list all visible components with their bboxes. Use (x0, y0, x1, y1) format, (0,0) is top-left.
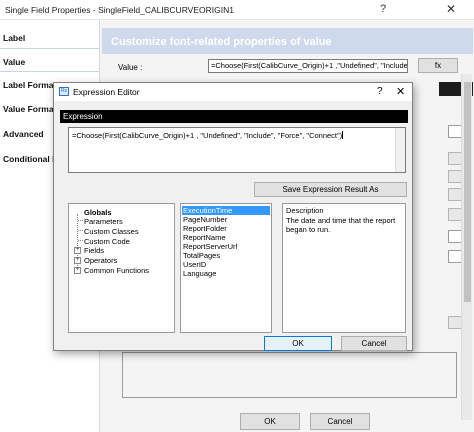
expression-editor-dialog: Rs Expression Editor ? ✕ Expression =Cho… (53, 82, 413, 351)
banner-title: Customize font-related properties of val… (111, 36, 332, 48)
list-item[interactable]: ReportName (182, 233, 270, 242)
value-expression-field[interactable]: =Choose(First(CalibCurve_Origin)+1 ,"Und… (208, 59, 408, 73)
report-app-icon: Rs (59, 87, 69, 96)
text-caret (342, 131, 344, 139)
expression-section-header: Expression (60, 110, 408, 123)
tree-item-custom-code[interactable]: Custom Code (84, 237, 130, 246)
tree-item-parameters[interactable]: Parameters (84, 217, 123, 226)
nav-item-value[interactable]: Value (0, 48, 99, 72)
window-title: Single Field Properties - SingleField_CA… (5, 5, 234, 15)
dialog-title-bar: Rs Expression Editor ? ✕ (54, 83, 412, 101)
tree-connector (78, 240, 83, 241)
expression-text: =Choose(First(CalibCurve_Origin)+1 , "Un… (72, 131, 344, 140)
ok-button[interactable]: OK (240, 413, 300, 430)
window-close-button[interactable]: ✕ (446, 2, 456, 16)
list-item[interactable]: ReportFolder (182, 224, 270, 233)
tree-connector (78, 220, 83, 221)
description-text: The date and time that the report began … (286, 216, 396, 234)
expand-plus-icon[interactable]: + (74, 247, 81, 254)
expand-plus-icon[interactable]: + (74, 257, 81, 264)
description-label: Description (286, 206, 324, 215)
list-item[interactable]: ExecutionTime (182, 206, 270, 215)
section-banner: Customize font-related properties of val… (102, 28, 473, 54)
dialog-help-button[interactable]: ? (377, 86, 383, 97)
list-item[interactable]: TotalPages (182, 251, 270, 260)
category-tree[interactable]: Globals Parameters Custom Classes Custom… (68, 203, 175, 333)
tree-item-operators[interactable]: Operators (84, 256, 117, 265)
window-help-button[interactable]: ? (380, 3, 386, 15)
description-panel: Description The date and time that the r… (282, 203, 406, 333)
cancel-button[interactable]: Cancel (310, 413, 370, 430)
expand-plus-icon[interactable]: + (74, 267, 81, 274)
dialog-ok-button[interactable]: OK (264, 336, 332, 351)
tree-connector (78, 230, 83, 231)
save-expression-result-button[interactable]: Save Expression Result As (254, 182, 407, 197)
expression-section-title: Expression (63, 112, 103, 121)
expression-textarea[interactable]: =Choose(First(CalibCurve_Origin)+1 , "Un… (68, 127, 406, 173)
fx-button[interactable]: fx (418, 58, 458, 73)
list-item[interactable]: Language (182, 269, 270, 278)
list-item[interactable]: PageNumber (182, 215, 270, 224)
tree-item-custom-classes[interactable]: Custom Classes (84, 227, 139, 236)
tree-item-globals[interactable]: Globals (84, 208, 112, 217)
dialog-cancel-button[interactable]: Cancel (341, 336, 407, 351)
preview-box (122, 352, 457, 398)
value-label: Value : (118, 63, 143, 72)
tree-item-fields[interactable]: Fields (84, 246, 104, 255)
list-item[interactable]: ReportServerUrl (182, 242, 270, 251)
list-item[interactable]: UserID (182, 260, 270, 269)
scrollbar-thumb[interactable] (464, 82, 471, 302)
window-title-bar: Single Field Properties - SingleField_CA… (0, 0, 474, 20)
dialog-title: Expression Editor (73, 87, 140, 97)
content-scrollbar[interactable] (461, 74, 472, 420)
item-list[interactable]: ExecutionTime PageNumber ReportFolder Re… (180, 203, 272, 333)
tree-item-common-functions[interactable]: Common Functions (84, 266, 149, 275)
expression-scrollbar[interactable] (395, 128, 405, 172)
nav-item-label[interactable]: Label (0, 25, 99, 49)
dialog-close-button[interactable]: ✕ (396, 85, 405, 98)
